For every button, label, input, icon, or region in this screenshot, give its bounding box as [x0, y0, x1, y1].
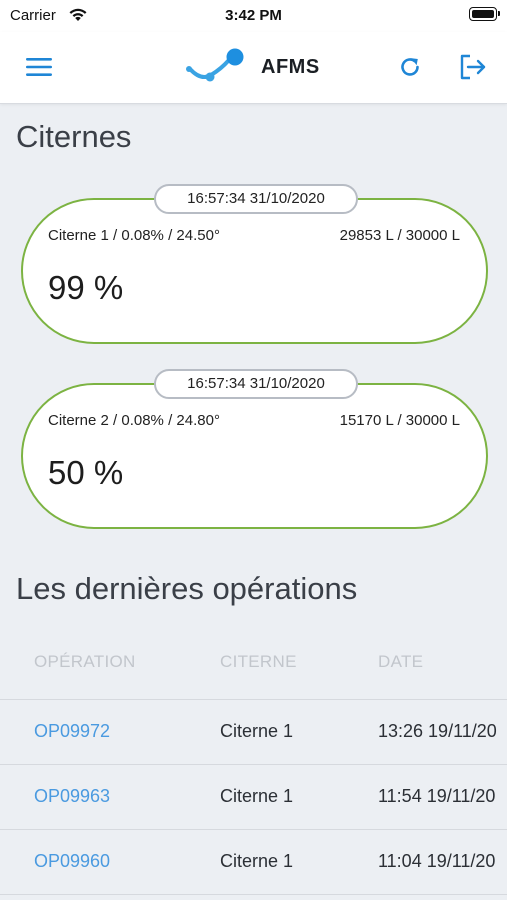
- column-header-tank: CITERNE: [220, 652, 297, 671]
- table-row[interactable]: OP09960 Citerne 1 11:04 19/11/20: [0, 829, 507, 895]
- app-name: AFMS: [261, 56, 320, 78]
- operation-date: 13:26 19/11/20: [378, 721, 497, 741]
- status-bar: Carrier 3:42 PM: [0, 0, 507, 32]
- table-row[interactable]: OP09972 Citerne 1 13:26 19/11/20: [0, 699, 507, 764]
- tank-fill-percent: 50 %: [48, 454, 124, 491]
- afms-logo: [186, 48, 244, 82]
- tank-card[interactable]: 16:57:34 31/10/2020 Citerne 1 / 0.08% / …: [21, 184, 488, 344]
- logout-button[interactable]: [458, 52, 488, 82]
- tanks-section-title: Citernes: [16, 119, 132, 154]
- app-header: AFMS: [0, 32, 507, 104]
- tank-timestamp: 16:57:34 31/10/2020: [154, 184, 358, 214]
- column-header-operation: OPÉRATION: [34, 652, 136, 671]
- refresh-icon: [401, 58, 419, 76]
- menu-icon: [26, 58, 52, 76]
- logout-icon: [460, 54, 486, 80]
- operation-date: 11:04 19/11/20: [378, 851, 496, 871]
- operation-link[interactable]: OP09972: [34, 721, 110, 742]
- tank-volume: 29853 L / 30000 L: [339, 227, 460, 244]
- table-row[interactable]: OP09963 Citerne 1 11:54 19/11/20: [0, 764, 507, 829]
- operation-link[interactable]: OP09963: [34, 786, 110, 807]
- tank-volume: 15170 L / 30000 L: [339, 412, 460, 429]
- operation-tank: Citerne 1: [220, 786, 294, 806]
- tank-info: Citerne 1 / 0.08% / 24.50°: [48, 227, 220, 244]
- operation-link[interactable]: OP09960: [34, 851, 110, 872]
- refresh-button[interactable]: [395, 52, 425, 82]
- tank-timestamp: 16:57:34 31/10/2020: [154, 369, 358, 399]
- operations-section-title: Les dernières opérations: [16, 571, 358, 606]
- operation-tank: Citerne 1: [220, 851, 294, 871]
- tank-info: Citerne 2 / 0.08% / 24.80°: [48, 412, 220, 429]
- app-logo: AFMS: [185, 47, 325, 87]
- column-header-date: DATE: [378, 652, 424, 671]
- tank-card[interactable]: 16:57:34 31/10/2020 Citerne 2 / 0.08% / …: [21, 369, 488, 529]
- clock: 3:42 PM: [225, 7, 282, 24]
- menu-button[interactable]: [24, 52, 54, 82]
- battery-icon: [469, 7, 500, 21]
- operation-date: 11:54 19/11/20: [378, 786, 496, 806]
- tank-fill-percent: 99 %: [48, 269, 124, 306]
- operation-tank: Citerne 1: [220, 721, 294, 741]
